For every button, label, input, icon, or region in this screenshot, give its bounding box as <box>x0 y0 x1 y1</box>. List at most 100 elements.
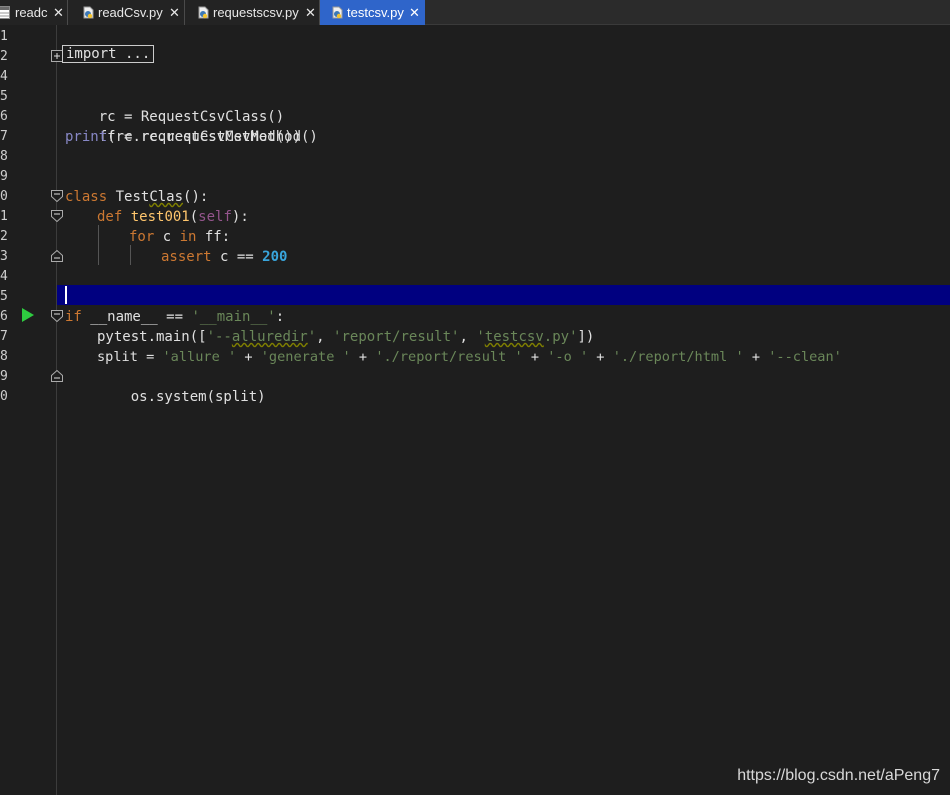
code-text: os.system(split) <box>130 389 266 405</box>
tab-label: readCsv.py <box>98 5 163 20</box>
keyword-token: if <box>65 309 82 325</box>
line-number: 2 <box>0 49 8 64</box>
string-token: './report/html ' <box>612 349 744 365</box>
tab-label: requestscsv.py <box>213 5 299 20</box>
builtin-token: print <box>65 129 108 145</box>
tab-readcsv[interactable]: readCsv.py ✕ <box>68 0 185 25</box>
line-number: 1 <box>0 209 8 224</box>
import-fold[interactable]: import ... <box>62 45 155 63</box>
line-number: 5 <box>0 89 8 104</box>
fold-collapse-icon[interactable] <box>51 190 63 202</box>
string-token: '-- <box>206 329 232 345</box>
line-number: 9 <box>0 169 8 184</box>
line-number: 9 <box>0 369 8 384</box>
close-icon[interactable]: ✕ <box>305 0 316 25</box>
python-file-icon <box>83 6 94 19</box>
code-text: pytest.main([ <box>97 329 207 345</box>
gutter-divider <box>56 25 57 795</box>
code-text: + <box>236 349 261 365</box>
code-text: + <box>588 349 613 365</box>
indent-guide <box>130 245 131 265</box>
code-line-18[interactable]: split = 'allure ' + 'generate ' + './rep… <box>97 347 842 367</box>
close-icon[interactable]: ✕ <box>409 0 420 25</box>
tab-testcsv[interactable]: testcsv.py ✕ <box>320 0 425 25</box>
watermark: https://blog.csdn.net/aPeng7 <box>737 767 940 784</box>
line-number: 8 <box>0 349 8 364</box>
code-line-13[interactable]: assert c == 200 <box>161 247 287 267</box>
string-token: '--clean' <box>768 349 842 365</box>
line-number: 7 <box>0 329 8 344</box>
line-number: 8 <box>0 149 8 164</box>
code-editor[interactable]: 1 2 4 5 6 7 8 9 0 1 2 3 4 5 6 7 8 9 0 im… <box>0 25 950 795</box>
run-icon[interactable] <box>21 307 35 323</box>
string-token: .py' <box>543 329 578 345</box>
string-token: ' <box>476 329 485 345</box>
text-caret <box>65 286 67 304</box>
code-line-16[interactable]: if __name__ == '__main__': <box>65 307 284 327</box>
code-line-10[interactable]: class TestClas(): <box>65 187 208 207</box>
line-number: 5 <box>0 289 8 304</box>
code-text: (rc.requestCsvMethod()) <box>107 129 302 145</box>
editor-tab-bar: readc ✕ readCsv.py ✕ requestscsv.py ✕ te… <box>0 0 950 25</box>
code-line-11[interactable]: def test001(self): <box>97 207 249 227</box>
line-number: 3 <box>0 249 8 264</box>
line-number: 2 <box>0 229 8 244</box>
fold-end-icon[interactable] <box>51 250 63 262</box>
code-text: split = <box>97 349 163 365</box>
string-token: testcsv <box>484 329 544 345</box>
tab-requestscsv[interactable]: requestscsv.py ✕ <box>185 0 320 25</box>
code-text: ff: <box>196 229 231 245</box>
line-number: 7 <box>0 129 8 144</box>
code-text: + <box>743 349 769 365</box>
string-token: '__main__' <box>191 309 276 325</box>
keyword-token: for <box>129 229 155 245</box>
code-line-6[interactable]: ff = rc.requestCsvMethod() <box>65 107 318 145</box>
code-text: + <box>522 349 548 365</box>
line-number: 1 <box>0 29 8 44</box>
line-number: 0 <box>0 189 8 204</box>
tab-label: readc <box>15 5 48 20</box>
code-line-17[interactable]: pytest.main(['--alluredir', 'report/resu… <box>97 327 594 347</box>
line-number: 4 <box>0 69 8 84</box>
class-name-typo: Clas <box>149 189 184 205</box>
python-file-icon <box>332 6 343 19</box>
keyword-token: class <box>65 189 108 205</box>
string-token: 'generate ' <box>260 349 351 365</box>
code-text: __name__ == <box>81 309 192 325</box>
code-text: , <box>316 329 334 345</box>
code-line-5[interactable]: rc = RequestCsvClass() <box>65 87 284 125</box>
self-token: self <box>198 209 232 225</box>
string-token: './report/result ' <box>375 349 523 365</box>
string-token: alluredir <box>231 329 308 345</box>
tab-readc[interactable]: readc ✕ <box>0 0 68 25</box>
fold-collapse-icon[interactable] <box>51 210 63 222</box>
string-token: 'report/result' <box>333 329 460 345</box>
indent-guide <box>98 225 99 265</box>
current-line-highlight <box>0 285 950 305</box>
code-text: + <box>350 349 376 365</box>
keyword-token: assert <box>161 249 212 265</box>
code-line-19[interactable]: os.system(split) <box>97 367 266 405</box>
string-token: ' <box>307 329 317 345</box>
string-token: 'allure ' <box>162 349 237 365</box>
keyword-token: in <box>179 229 197 245</box>
python-file-icon <box>198 6 209 19</box>
fold-collapse-icon[interactable] <box>51 310 63 322</box>
number-token: 200 <box>262 249 288 265</box>
line-number: 6 <box>0 109 8 124</box>
code-text: c <box>154 229 180 245</box>
code-text: ( <box>189 209 199 225</box>
keyword-token: def <box>97 209 123 225</box>
string-token: '-o ' <box>547 349 589 365</box>
fold-end-icon[interactable] <box>51 370 63 382</box>
code-line-12[interactable]: for c in ff: <box>129 227 230 247</box>
line-number: 4 <box>0 269 8 284</box>
csv-file-icon <box>0 6 10 19</box>
class-name: Test <box>107 189 150 205</box>
line-number: 0 <box>0 389 8 404</box>
code-line-7[interactable]: print(rc.requestCsvMethod()) <box>65 127 301 147</box>
code-text: (): <box>183 189 209 205</box>
close-icon[interactable]: ✕ <box>53 0 64 25</box>
code-text: : <box>275 309 285 325</box>
close-icon[interactable]: ✕ <box>169 0 180 25</box>
